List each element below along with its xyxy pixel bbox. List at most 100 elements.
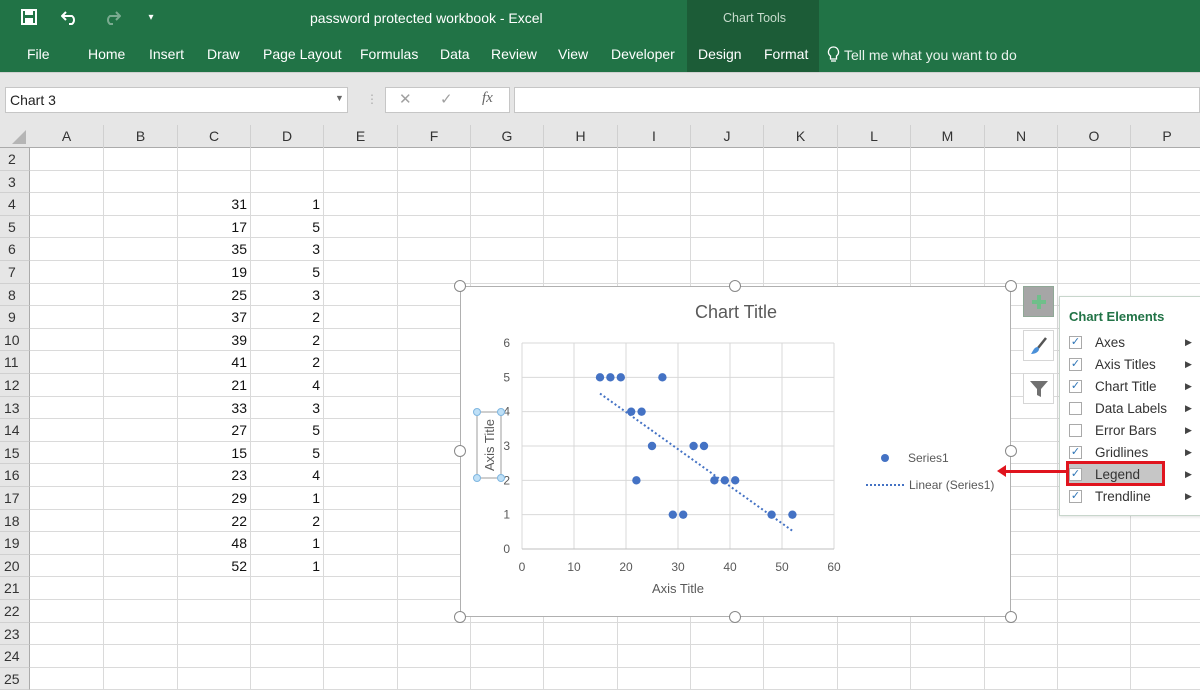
- row-header-23[interactable]: 23: [0, 622, 30, 646]
- data-point[interactable]: [720, 476, 729, 485]
- save-icon[interactable]: [18, 6, 40, 28]
- resize-handle-top[interactable]: [729, 280, 741, 292]
- data-point[interactable]: [658, 373, 667, 382]
- cell-d18[interactable]: 2: [251, 510, 324, 532]
- cell-d17[interactable]: 1: [251, 487, 324, 509]
- chart-styles-button[interactable]: [1023, 330, 1054, 361]
- tab-home[interactable]: Home: [88, 46, 125, 62]
- checkbox-checked-icon[interactable]: ✓: [1069, 379, 1082, 393]
- row-header-18[interactable]: 18: [0, 509, 30, 533]
- row-header-24[interactable]: 24: [0, 645, 30, 668]
- tab-data[interactable]: Data: [440, 46, 470, 62]
- row-header-6[interactable]: 6: [0, 238, 30, 261]
- customize-qat-icon[interactable]: ▾: [143, 6, 159, 28]
- cell-c13[interactable]: 33: [178, 397, 251, 419]
- data-point[interactable]: [788, 510, 797, 519]
- cell-c6[interactable]: 35: [178, 238, 251, 260]
- checkbox-checked-icon[interactable]: ✓: [1069, 357, 1082, 371]
- data-point[interactable]: [767, 510, 776, 519]
- column-header-g[interactable]: G: [471, 125, 544, 148]
- checkbox-checked-icon[interactable]: ✓: [1069, 446, 1082, 459]
- enter-icon[interactable]: ✓: [440, 90, 453, 108]
- undo-icon[interactable]: [59, 6, 81, 28]
- cell-d9[interactable]: 2: [251, 306, 324, 328]
- row-header-20[interactable]: 20: [0, 554, 30, 578]
- submenu-arrow-icon[interactable]: ▶: [1185, 491, 1192, 502]
- data-point[interactable]: [606, 373, 615, 382]
- row-header-14[interactable]: 14: [0, 419, 30, 442]
- submenu-arrow-icon[interactable]: ▶: [1185, 403, 1192, 414]
- resize-handle-top-right[interactable]: [1005, 280, 1017, 292]
- name-box-dropdown-icon[interactable]: ▼: [335, 93, 344, 103]
- y-axis-title-box[interactable]: Axis Title: [473, 408, 505, 482]
- data-point[interactable]: [647, 441, 657, 451]
- tab-review[interactable]: Review: [491, 46, 537, 62]
- column-header-a[interactable]: A: [30, 125, 104, 148]
- submenu-arrow-icon[interactable]: ▶: [1185, 337, 1192, 348]
- row-header-10[interactable]: 10: [0, 328, 30, 352]
- submenu-arrow-icon[interactable]: ▶: [1185, 425, 1192, 436]
- row-header-16[interactable]: 16: [0, 464, 30, 487]
- formula-bar-grip-icon[interactable]: ⋮: [366, 92, 378, 106]
- chart-filters-button[interactable]: [1023, 373, 1054, 404]
- cell-d19[interactable]: 1: [251, 532, 324, 554]
- cell-d8[interactable]: 3: [251, 284, 324, 306]
- cell-c5[interactable]: 17: [178, 216, 251, 238]
- data-point[interactable]: [595, 373, 605, 382]
- cell-c17[interactable]: 29: [178, 487, 251, 509]
- cell-d10[interactable]: 2: [251, 329, 324, 351]
- resize-handle-bottom-left[interactable]: [454, 611, 466, 623]
- cell-d12[interactable]: 4: [251, 374, 324, 396]
- cancel-icon[interactable]: ✕: [399, 90, 412, 108]
- row-header-25[interactable]: 25: [0, 667, 30, 690]
- column-header-l[interactable]: L: [838, 125, 911, 148]
- data-point[interactable]: [679, 510, 688, 519]
- cell-d6[interactable]: 3: [251, 238, 324, 260]
- column-header-k[interactable]: K: [764, 125, 838, 148]
- chart-area[interactable]: Chart Title 0 10 20 30 40 50 60 0 1 2 3 4 5 6 Axis Ti…: [460, 286, 1011, 617]
- resize-handle-bottom[interactable]: [729, 611, 741, 623]
- checkbox-checked-icon[interactable]: ✓: [1069, 490, 1082, 504]
- chart-title[interactable]: Chart Title: [695, 302, 777, 322]
- column-header-m[interactable]: M: [911, 125, 985, 148]
- resize-handle-top-left[interactable]: [454, 280, 466, 292]
- cell-c10[interactable]: 39: [178, 329, 251, 351]
- cell-c12[interactable]: 21: [178, 374, 251, 396]
- column-header-d[interactable]: D: [251, 125, 324, 148]
- row-header-7[interactable]: 7: [0, 261, 30, 284]
- row-header-19[interactable]: 19: [0, 532, 30, 555]
- data-point[interactable]: [731, 476, 740, 485]
- data-point[interactable]: [699, 441, 709, 451]
- tab-format[interactable]: Format: [764, 46, 808, 62]
- tab-design[interactable]: Design: [698, 46, 742, 62]
- cell-d7[interactable]: 5: [251, 261, 324, 283]
- cell-c14[interactable]: 27: [178, 419, 251, 441]
- cell-d16[interactable]: 4: [251, 464, 324, 486]
- cell-c15[interactable]: 15: [178, 442, 251, 464]
- row-header-21[interactable]: 21: [0, 577, 30, 600]
- column-header-b[interactable]: B: [104, 125, 178, 148]
- data-point[interactable]: [668, 510, 677, 519]
- checkbox-unchecked-icon[interactable]: [1069, 401, 1082, 415]
- cell-d11[interactable]: 2: [251, 351, 324, 373]
- row-header-9[interactable]: 9: [0, 306, 30, 329]
- tab-file[interactable]: File: [27, 46, 50, 62]
- column-header-c[interactable]: C: [178, 125, 251, 148]
- row-header-5[interactable]: 5: [0, 215, 30, 239]
- cell-d20[interactable]: 1: [251, 555, 324, 577]
- cell-d5[interactable]: 5: [251, 216, 324, 238]
- redo-icon[interactable]: [101, 6, 123, 28]
- tab-developer[interactable]: Developer: [611, 46, 675, 62]
- row-header-17[interactable]: 17: [0, 487, 30, 510]
- column-header-e[interactable]: E: [324, 125, 398, 148]
- cell-c18[interactable]: 22: [178, 510, 251, 532]
- resize-handle-bottom-right[interactable]: [1005, 611, 1017, 623]
- cell-d15[interactable]: 5: [251, 442, 324, 464]
- chart-element-axes[interactable]: ✓ Axes ▶: [1069, 332, 1199, 352]
- tab-draw[interactable]: Draw: [207, 46, 240, 62]
- data-point[interactable]: [637, 407, 646, 416]
- select-all-button[interactable]: [0, 125, 30, 148]
- tab-formulas[interactable]: Formulas: [360, 46, 418, 62]
- row-header-22[interactable]: 22: [0, 600, 30, 623]
- cell-c8[interactable]: 25: [178, 284, 251, 306]
